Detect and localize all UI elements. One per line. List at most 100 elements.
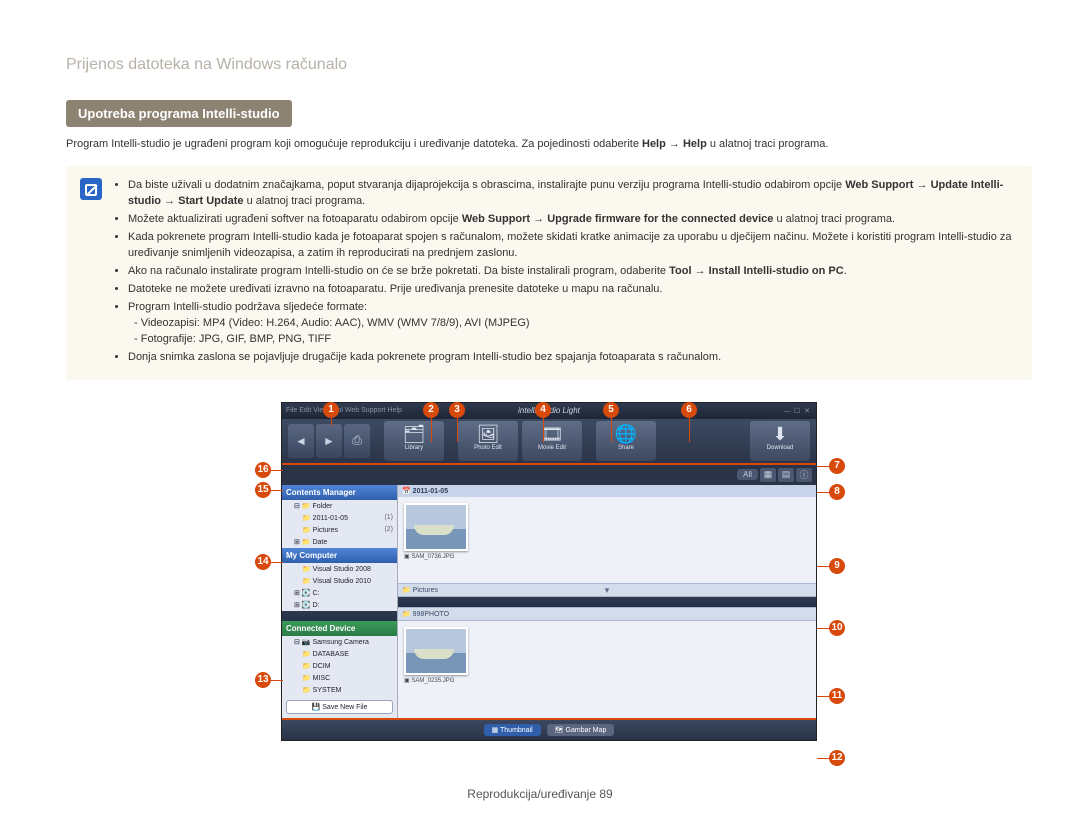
side-pictures[interactable]: 📁 Pictures(2): [282, 524, 397, 536]
side-camera[interactable]: ⊟ 📷 Samsung Camera: [282, 636, 397, 648]
thumb-caption: ▣ SAM_0736.JPG: [404, 551, 468, 560]
info-item-4: Ako na računalo instalirate program Inte…: [128, 264, 1018, 280]
status-thumbnail-button[interactable]: ▦ Thumbnail: [484, 724, 541, 736]
thumb-area-1: ▣ SAM_0736.JPG: [398, 497, 816, 583]
t: Program Intelli-studio podržava sljedeće…: [128, 301, 367, 313]
side-dcim[interactable]: 📁 DCIM: [282, 660, 397, 672]
callout-9: 9: [829, 558, 845, 574]
filter-video-icon[interactable]: ▤: [778, 468, 794, 482]
t: Ako na računalo instalirate program Inte…: [128, 265, 669, 277]
side-drive-c[interactable]: ⊞ 💽 C:: [282, 587, 397, 599]
t: Install Intelli-studio on PC: [709, 265, 844, 277]
t: Upgrade firmware for the connected devic…: [547, 213, 773, 225]
page-footer: Reprodukcija/uređivanje 89: [0, 787, 1080, 801]
callout-2: 2: [423, 402, 439, 418]
tile-label: Download: [767, 445, 794, 451]
lbl: C:: [312, 590, 319, 597]
nav-print-button[interactable]: ⎙: [344, 424, 370, 458]
side-vs2010[interactable]: 📁 Visual Studio 2010: [282, 575, 397, 587]
statusbar: ▦ Thumbnail 🗺 Gambar Map: [282, 718, 816, 740]
close-icon[interactable]: ✕: [802, 407, 812, 415]
info-item-7: Donja snimka zaslona se pojavljuje druga…: [128, 350, 1018, 366]
filter-info-icon[interactable]: ⓘ: [796, 468, 812, 482]
movie-icon: 🎞: [522, 423, 582, 445]
info-icon: [80, 178, 102, 200]
app-window: File Edit View Tool Web Support Help int…: [281, 402, 817, 741]
lbl: 2011-01-05: [313, 515, 348, 522]
side-drive-d[interactable]: ⊞ 💽 D:: [282, 599, 397, 611]
filter-photo-icon[interactable]: ▦: [760, 468, 776, 482]
tile-label: Library: [405, 445, 423, 451]
info-item-6: Program Intelli-studio podržava sljedeće…: [128, 300, 1018, 348]
lbl: Save New File: [322, 704, 367, 711]
callout-13: 13: [255, 672, 271, 688]
photo-icon: 🖼: [458, 423, 518, 445]
side-database[interactable]: 📁 DATABASE: [282, 648, 397, 660]
content-area: 📅 2011-01-05 ▣ SAM_0736.JPG 📁 Pictures▾ …: [398, 485, 816, 718]
intro-tail: u alatnoj traci programa.: [707, 138, 829, 150]
cnt: (2): [384, 526, 393, 534]
intro-help-1: Help: [642, 138, 666, 150]
category-bar-1[interactable]: 📁 Pictures▾: [398, 583, 816, 597]
side-mycomputer-header[interactable]: My Computer: [282, 548, 397, 563]
side-date[interactable]: ⊞ 📁 Date: [282, 536, 397, 548]
side-date-folder[interactable]: 📁 2011-01-05(1): [282, 512, 397, 524]
callout-6: 6: [681, 402, 697, 418]
tile-download[interactable]: ⬇Download: [750, 421, 810, 461]
thumb-image: [404, 627, 468, 675]
lbl: Visual Studio 2010: [313, 578, 371, 585]
info-item-3: Kada pokrenete program Intelli-studio ka…: [128, 230, 1018, 262]
share-icon: 🌐: [596, 423, 656, 445]
side-folder[interactable]: ⊟ 📁 Folder: [282, 500, 397, 512]
side-misc[interactable]: 📁 MISC: [282, 672, 397, 684]
lbl: SAM_0235.JPG: [411, 678, 454, 684]
side-contents-header[interactable]: Contents Manager: [282, 485, 397, 500]
thumbnail-1[interactable]: ▣ SAM_0736.JPG: [404, 503, 468, 560]
save-new-file-button[interactable]: 💾 Save New File: [286, 700, 393, 714]
tile-share[interactable]: 🌐Share: [596, 421, 656, 461]
side-connected-header[interactable]: Connected Device: [282, 621, 397, 636]
t: u alatnoj traci programa.: [244, 195, 366, 207]
t: Tool: [669, 265, 691, 277]
maximize-icon[interactable]: ☐: [792, 407, 802, 415]
callout-16: 16: [255, 462, 271, 478]
filter-all[interactable]: All: [737, 469, 758, 480]
tile-movie-edit[interactable]: 🎞Movie Edit: [522, 421, 582, 461]
callout-5: 5: [603, 402, 619, 418]
intro-arrow: →: [666, 138, 683, 150]
callout-14: 14: [255, 554, 271, 570]
callout-12: 12: [829, 750, 845, 766]
cnt: (1): [384, 514, 393, 522]
download-icon: ⬇: [750, 423, 810, 445]
info-box: Da biste uživali u dodatnim značajkama, …: [66, 166, 1032, 379]
info-item-5: Datoteke ne možete uređivati izravno na …: [128, 282, 1018, 298]
side-vs2008[interactable]: 📁 Visual Studio 2008: [282, 563, 397, 575]
tile-library[interactable]: 🗂Library: [384, 421, 444, 461]
status-map-button[interactable]: 🗺 Gambar Map: [547, 724, 615, 736]
category-bar-2[interactable]: 📁 998PHOTO: [398, 607, 816, 621]
chevron-down-icon[interactable]: ▾: [605, 585, 610, 596]
nav-back-button[interactable]: ◄: [288, 424, 314, 458]
callout-4: 4: [535, 402, 551, 418]
lbl: 998PHOTO: [413, 611, 449, 618]
section-badge: Upotreba programa Intelli-studio: [66, 100, 292, 127]
window-buttons[interactable]: —☐✕: [782, 407, 812, 415]
t: Možete aktualizirati ugrađeni softver na…: [128, 213, 462, 225]
callout-8: 8: [829, 484, 845, 500]
intro-help-2: Help: [683, 138, 707, 150]
nav-fwd-button[interactable]: ►: [316, 424, 342, 458]
lbl: Date: [312, 539, 327, 546]
side-system[interactable]: 📁 SYSTEM: [282, 684, 397, 696]
tile-label: Share: [618, 445, 634, 451]
t: →: [530, 213, 547, 225]
lbl: Folder: [312, 503, 332, 510]
minimize-icon[interactable]: —: [782, 408, 792, 415]
callout-1: 1: [323, 402, 339, 418]
t: u alatnoj traci programa.: [773, 213, 895, 225]
app-menu[interactable]: File Edit View Tool Web Support Help: [286, 407, 402, 414]
lbl: D:: [312, 602, 319, 609]
lbl: SYSTEM: [313, 687, 342, 694]
thumbnail-2[interactable]: ▣ SAM_0235.JPG: [404, 627, 468, 684]
callout-3: 3: [449, 402, 465, 418]
tile-photo-edit[interactable]: 🖼Photo Edit: [458, 421, 518, 461]
